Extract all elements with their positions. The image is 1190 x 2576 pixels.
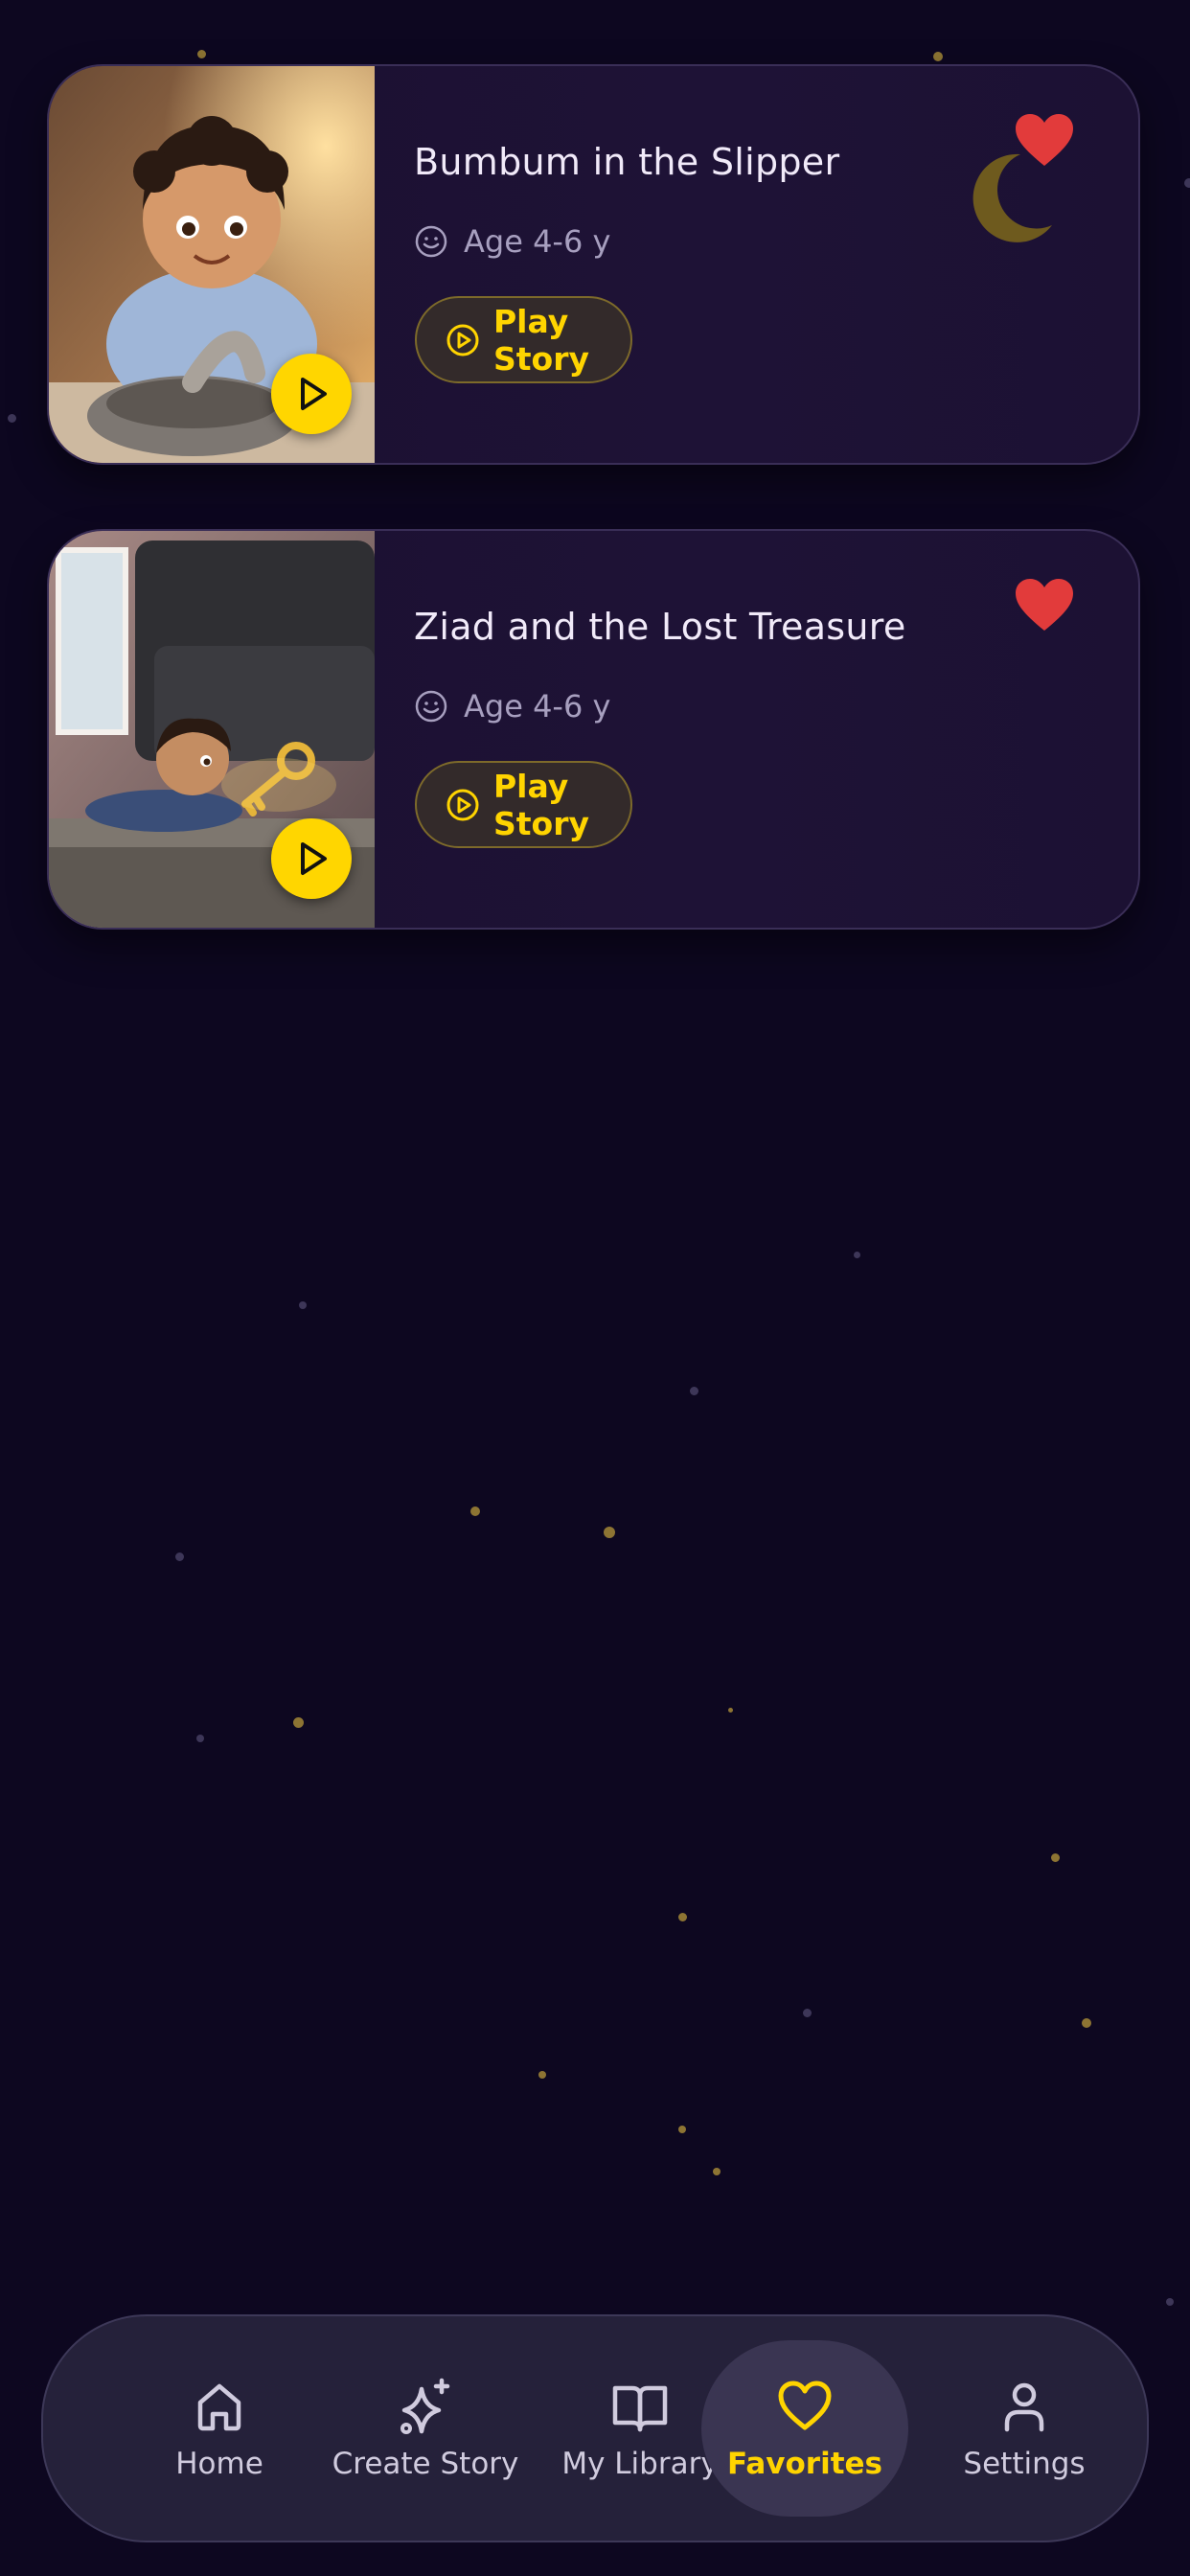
- nav-label-my-library: My Library: [561, 2447, 719, 2481]
- play-story-label: Play Story: [493, 302, 589, 378]
- play-overlay-button[interactable]: [271, 818, 352, 899]
- nav-item-settings[interactable]: Settings: [938, 2342, 1110, 2515]
- nav-label-create-story: Create Story: [332, 2447, 519, 2481]
- age-label: Age 4-6 y: [464, 688, 611, 724]
- play-icon: [301, 842, 327, 875]
- story-card[interactable]: Bumbum in the Slipper Age 4-6 y Play Sto…: [47, 64, 1140, 465]
- heart-icon: [778, 2380, 832, 2430]
- play-circle-icon: [446, 324, 479, 356]
- play-circle-icon: [446, 789, 479, 820]
- play-icon: [301, 378, 327, 410]
- heart-icon: [1016, 579, 1073, 631]
- play-story-label: Play Story: [493, 767, 589, 842]
- favorite-heart-button[interactable]: [1014, 577, 1075, 634]
- user-icon: [1004, 2382, 1044, 2432]
- book-icon: [612, 2385, 668, 2432]
- smile-icon: [415, 690, 447, 723]
- story-thumbnail[interactable]: [49, 66, 375, 463]
- heart-icon: [1016, 114, 1073, 166]
- sparkle-icon: [400, 2378, 450, 2434]
- story-title: Ziad and the Lost Treasure: [414, 606, 906, 648]
- nav-item-create-story[interactable]: Create Story: [301, 2342, 550, 2515]
- age-range: Age 4-6 y: [414, 223, 610, 260]
- smile-icon: [415, 225, 447, 258]
- bottom-navigation: Home Create Story My Library Favorites S…: [41, 2314, 1149, 2542]
- nav-label-favorites: Favorites: [727, 2447, 882, 2481]
- nav-label-home: Home: [175, 2447, 263, 2481]
- play-overlay-button[interactable]: [271, 354, 352, 434]
- nav-label-settings: Settings: [963, 2447, 1086, 2481]
- favorite-heart-button[interactable]: [1014, 112, 1075, 170]
- play-story-button[interactable]: Play Story: [415, 296, 632, 383]
- nav-item-home[interactable]: Home: [124, 2342, 315, 2515]
- story-title: Bumbum in the Slipper: [414, 141, 840, 183]
- age-range: Age 4-6 y: [414, 688, 610, 724]
- nav-item-favorites[interactable]: Favorites: [701, 2340, 908, 2517]
- play-story-button[interactable]: Play Story: [415, 761, 632, 848]
- home-icon: [197, 2383, 241, 2431]
- story-thumbnail[interactable]: [49, 531, 375, 928]
- age-label: Age 4-6 y: [464, 223, 611, 260]
- story-card[interactable]: Ziad and the Lost Treasure Age 4-6 y Pla…: [47, 529, 1140, 930]
